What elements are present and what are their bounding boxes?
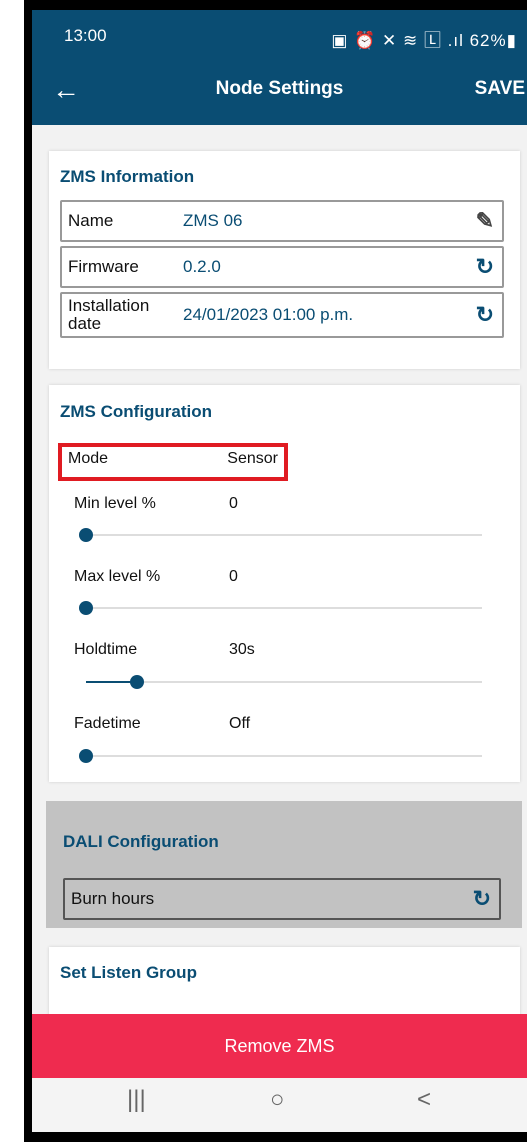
max-level-value: 0 <box>229 568 238 585</box>
listen-group-title: Set Listen Group <box>60 963 197 982</box>
refresh-icon[interactable]: ↻ <box>476 248 494 286</box>
refresh-icon[interactable]: ↻ <box>476 294 494 336</box>
installation-date-row[interactable]: Installation date 24/01/2023 01:00 p.m. … <box>60 292 504 338</box>
mode-label: Mode <box>68 450 109 467</box>
home-icon[interactable]: ○ <box>270 1086 285 1114</box>
name-label: Name <box>68 211 114 230</box>
min-level-value: 0 <box>229 495 238 512</box>
slider-thumb[interactable] <box>79 528 93 542</box>
refresh-icon[interactable]: ↻ <box>473 880 491 918</box>
pencil-icon[interactable]: ✎ <box>476 202 494 240</box>
recent-apps-icon[interactable]: ||| <box>127 1086 146 1114</box>
holdtime-slider[interactable] <box>86 675 482 689</box>
max-level-slider[interactable] <box>79 601 482 615</box>
save-button[interactable]: SAVE <box>475 78 525 100</box>
dali-configuration-title: DALI Configuration <box>63 832 219 851</box>
app-bar: 13:00 ▣ ⏰ ✕ ≋ 🄻 .ıl 62%▮ ← Node Settings… <box>32 10 527 125</box>
zms-information-title: ZMS Information <box>60 167 195 186</box>
slider-thumb[interactable] <box>79 749 93 763</box>
status-bar: 13:00 ▣ ⏰ ✕ ≋ 🄻 .ıl 62%▮ <box>64 26 517 52</box>
toolbar: ← Node Settings SAVE <box>32 72 527 112</box>
zms-configuration-title: ZMS Configuration <box>60 402 213 421</box>
firmware-value: 0.2.0 <box>183 257 221 276</box>
holdtime-label: Holdtime <box>74 641 138 658</box>
slider-thumb[interactable] <box>79 601 93 615</box>
min-level-label: Min level % <box>74 495 156 512</box>
name-value: ZMS 06 <box>183 211 243 230</box>
min-level-slider[interactable] <box>79 528 482 542</box>
page-title: Node Settings <box>215 78 344 99</box>
firmware-row[interactable]: Firmware 0.2.0 ↻ <box>60 246 504 288</box>
firmware-label: Firmware <box>68 257 139 276</box>
mode-value: Sensor <box>227 450 278 467</box>
remove-zms-button[interactable]: Remove ZMS <box>32 1014 527 1078</box>
holdtime-value: 30s <box>229 641 255 658</box>
name-row[interactable]: Name ZMS 06 ✎ <box>60 200 504 242</box>
status-icons: ▣ ⏰ ✕ ≋ 🄻 .ıl 62%▮ <box>331 31 517 50</box>
slider-thumb[interactable] <box>130 675 145 689</box>
zms-information-card: ZMS Information Name ZMS 06 ✎ Firmware 0… <box>49 151 520 369</box>
screen: 13:00 ▣ ⏰ ✕ ≋ 🄻 .ıl 62%▮ ← Node Settings… <box>32 10 527 1132</box>
max-level-label: Max level % <box>74 568 161 585</box>
dali-configuration-section: DALI Configuration Burn hours ↻ <box>46 801 522 928</box>
status-time: 13:00 <box>64 26 107 45</box>
burn-hours-label: Burn hours <box>71 889 155 908</box>
system-nav-bar: ||| ○ < <box>32 1078 527 1132</box>
mode-row[interactable]: Mode Sensor <box>58 443 288 481</box>
installation-date-label: Installation date <box>68 296 150 333</box>
nav-back-icon[interactable]: < <box>417 1086 431 1114</box>
burn-hours-row[interactable]: Burn hours ↻ <box>63 878 501 920</box>
installation-date-value: 24/01/2023 01:00 p.m. <box>183 305 354 324</box>
zms-configuration-card: ZMS Configuration Mode Sensor Min level … <box>49 385 520 782</box>
fadetime-label: Fadetime <box>74 715 141 732</box>
fadetime-slider[interactable] <box>79 749 482 763</box>
fadetime-value: Off <box>229 715 251 732</box>
